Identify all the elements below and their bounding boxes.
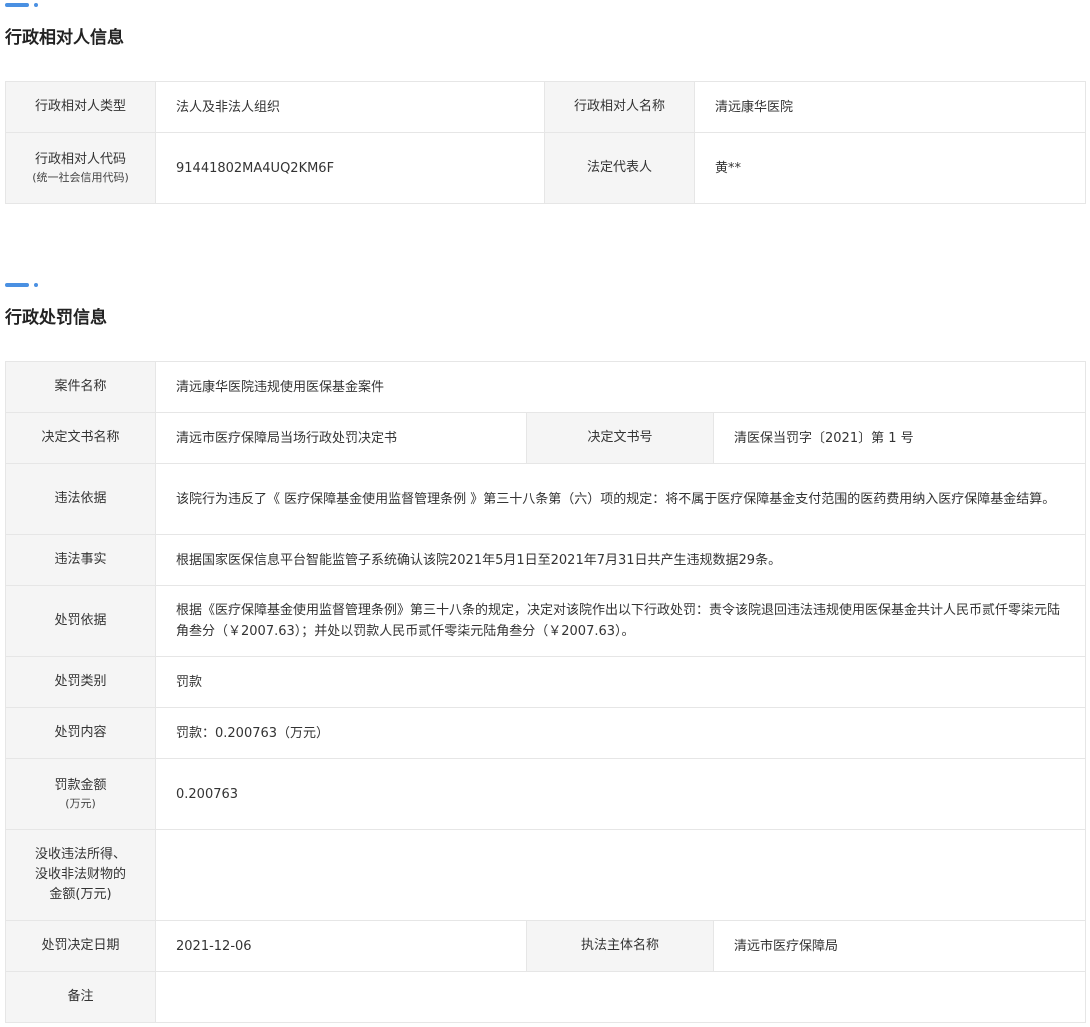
section-accent-dot: [34, 3, 38, 7]
doc-name-value: 清远市医疗保障局当场行政处罚决定书: [155, 412, 527, 464]
party-type-value: 法人及非法人组织: [155, 81, 545, 133]
penalty-type-label: 处罚类别: [5, 656, 156, 708]
doc-no-label: 决定文书号: [526, 412, 714, 464]
legal-rep-label: 法定代表人: [544, 132, 695, 204]
confiscation-label-line1: 没收违法所得、: [34, 847, 126, 862]
authority-value: 清远市医疗保障局: [712, 920, 1087, 972]
section-accent-dot: [34, 283, 38, 287]
case-name-label: 案件名称: [5, 361, 156, 413]
fine-amount-unit: (万元): [65, 797, 96, 810]
penalty-basis-label: 处罚依据: [5, 585, 156, 657]
remarks-label: 备注: [5, 971, 156, 1023]
decision-date-label: 处罚决定日期: [5, 920, 156, 972]
party-name-value: 清远康华医院: [694, 81, 1086, 133]
doc-name-label: 决定文书名称: [5, 412, 156, 464]
confiscation-value: [154, 829, 1087, 921]
party-section-title: 行政相对人信息: [5, 28, 124, 48]
confiscation-label-line2: 没收非法财物的: [34, 867, 126, 882]
section-accent-bar: [5, 3, 29, 7]
party-type-label: 行政相对人类型: [5, 81, 156, 133]
remarks-value: [154, 971, 1087, 1023]
table-row: 违法事实 根据国家医保信息平台智能监管子系统确认该院2021年5月1日至2021…: [5, 534, 1087, 586]
violation-fact-label: 违法事实: [5, 534, 156, 586]
table-row: 决定文书名称 清远市医疗保障局当场行政处罚决定书 决定文书号 清医保当罚字〔20…: [5, 412, 1087, 464]
table-row: 罚款金额 (万元) 0.200763: [5, 758, 1087, 830]
fine-amount-value: 0.200763: [154, 758, 1087, 830]
penalty-content-label: 处罚内容: [5, 707, 156, 759]
table-row: 处罚内容 罚款：0.200763（万元）: [5, 707, 1087, 759]
legal-rep-value: 黄**: [694, 132, 1086, 204]
penalty-section-title: 行政处罚信息: [5, 308, 107, 328]
doc-no-value: 清医保当罚字〔2021〕第 1 号: [712, 412, 1087, 464]
penalty-type-value: 罚款: [154, 656, 1087, 708]
party-code-label-cell: 行政相对人代码 (统一社会信用代码): [5, 132, 156, 204]
table-row: 处罚决定日期 2021-12-06 执法主体名称 清远市医疗保障局: [5, 920, 1087, 972]
penalty-info-table: 案件名称 清远康华医院违规使用医保基金案件 决定文书名称 清远市医疗保障局当场行…: [5, 361, 1087, 1023]
table-row: 备注: [5, 971, 1087, 1023]
table-row: 没收违法所得、 没收非法财物的 金额(万元): [5, 829, 1087, 921]
confiscation-label-cell: 没收违法所得、 没收非法财物的 金额(万元): [5, 829, 156, 921]
table-row: 处罚依据 根据《医疗保障基金使用监督管理条例》第三十八条的规定，决定对该院作出以…: [5, 585, 1087, 657]
table-row: 违法依据 该院行为违反了《 医疗保障基金使用监督管理条例 》第三十八条第（六）项…: [5, 463, 1087, 535]
table-row: 案件名称 清远康华医院违规使用医保基金案件: [5, 361, 1087, 413]
party-code-label: 行政相对人代码: [34, 152, 126, 167]
table-row: 行政相对人代码 (统一社会信用代码) 91441802MA4UQ2KM6F 法定…: [5, 132, 1086, 204]
party-code-sublabel: (统一社会信用代码): [32, 171, 129, 184]
party-code-value: 91441802MA4UQ2KM6F: [155, 132, 545, 204]
decision-date-value: 2021-12-06: [155, 920, 527, 972]
table-row: 行政相对人类型 法人及非法人组织 行政相对人名称 清远康华医院: [5, 81, 1086, 133]
penalty-content-value: 罚款：0.200763（万元）: [154, 707, 1087, 759]
party-name-label: 行政相对人名称: [544, 81, 695, 133]
violation-fact-value: 根据国家医保信息平台智能监管子系统确认该院2021年5月1日至2021年7月31…: [154, 534, 1087, 586]
violation-basis-value: 该院行为违反了《 医疗保障基金使用监督管理条例 》第三十八条第（六）项的规定：将…: [154, 463, 1087, 535]
fine-amount-label-cell: 罚款金额 (万元): [5, 758, 156, 830]
section-accent-bar: [5, 283, 29, 287]
confiscation-label-line3: 金额(万元): [49, 887, 112, 902]
party-info-table: 行政相对人类型 法人及非法人组织 行政相对人名称 清远康华医院 行政相对人代码 …: [5, 81, 1086, 204]
authority-label: 执法主体名称: [526, 920, 714, 972]
fine-amount-label: 罚款金额: [54, 778, 107, 793]
table-row: 处罚类别 罚款: [5, 656, 1087, 708]
violation-basis-label: 违法依据: [5, 463, 156, 535]
penalty-basis-value: 根据《医疗保障基金使用监督管理条例》第三十八条的规定，决定对该院作出以下行政处罚…: [154, 585, 1087, 657]
case-name-value: 清远康华医院违规使用医保基金案件: [154, 361, 1087, 413]
